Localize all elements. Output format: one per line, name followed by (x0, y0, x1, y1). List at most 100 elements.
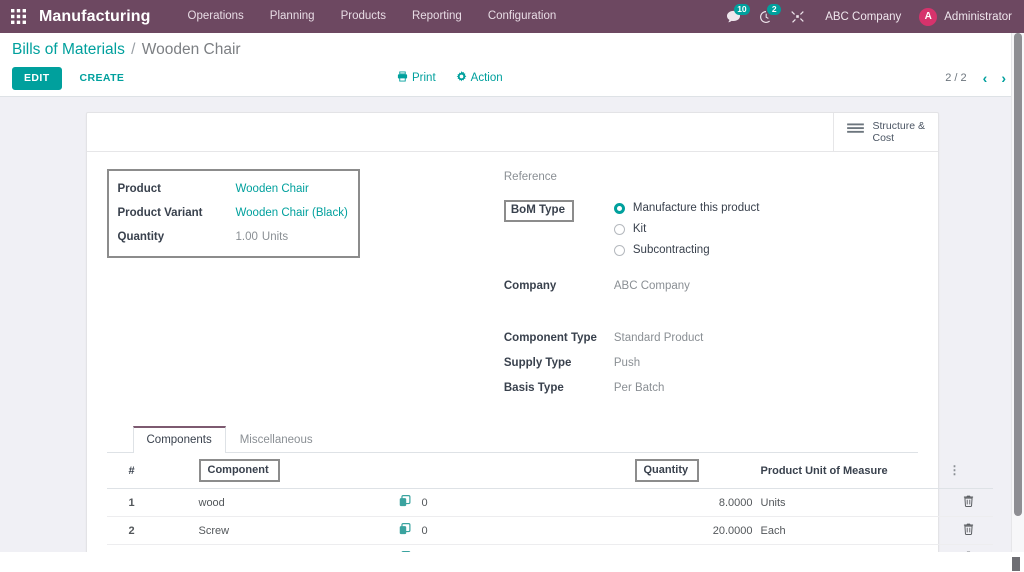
control-panel-actions: EDIT CREATE Print Action 2 / 2 ‹ › (12, 66, 1012, 90)
apps-grid-icon[interactable] (6, 6, 30, 28)
field-product-variant: Product Variant Wooden Chair (Black) (118, 202, 348, 223)
tab-components[interactable]: Components (132, 426, 226, 453)
list-lines-icon (846, 123, 864, 141)
control-panel-dropdowns: Print Action (397, 71, 503, 85)
print-label: Print (412, 72, 436, 84)
supply-type-value[interactable]: Push (614, 355, 640, 369)
menu-operations[interactable]: Operations (175, 0, 257, 33)
field-component-type: Component Type Standard Product (504, 330, 918, 352)
stat-line-1: Structure & (872, 120, 926, 132)
row-number: 2 (106, 516, 195, 545)
activities-badge: 2 (767, 4, 782, 15)
row-attributes: 0 (392, 488, 631, 517)
menu-reporting[interactable]: Reporting (399, 0, 475, 33)
structure-and-cost-label: Structure & Cost (873, 120, 926, 144)
radio-kit[interactable]: Kit (613, 223, 760, 235)
scrollbar-corner (1012, 557, 1020, 571)
edit-button[interactable]: EDIT (12, 66, 62, 90)
table-row[interactable]: 2 Screw 0 20.0000 Each (106, 516, 993, 545)
column-header-component-wrap: Component (194, 453, 393, 489)
column-header-uom: Product Unit of Measure (756, 453, 945, 489)
field-reference: Reference (504, 169, 918, 191)
product-variant-value[interactable]: Wooden Chair (Black) (236, 207, 348, 219)
row-uom[interactable]: Each (756, 516, 945, 545)
radio-manufacture-this-product[interactable]: Manufacture this product (613, 202, 760, 214)
gear-icon (456, 71, 467, 85)
attribute-count: 0 (421, 496, 428, 509)
messages-badge: 10 (734, 4, 750, 15)
messages-button[interactable]: 10 (717, 0, 750, 33)
product-label: Product (117, 182, 161, 195)
vertical-scrollbar-thumb[interactable] (1014, 33, 1022, 516)
pager-previous-button[interactable]: ‹ (977, 71, 994, 85)
radio-indicator-subcontracting (613, 244, 625, 256)
menu-configuration[interactable]: Configuration (475, 0, 569, 33)
top-navbar: Manufacturing Operations Planning Produc… (0, 0, 1024, 33)
row-quantity[interactable]: 20.0000 (630, 516, 757, 545)
tab-miscellaneous[interactable]: Miscellaneous (226, 426, 327, 453)
row-component[interactable]: Screw (194, 516, 393, 545)
trash-icon[interactable] (963, 495, 974, 510)
notebook-tabs: Components Miscellaneous (106, 426, 918, 453)
menu-planning[interactable]: Planning (257, 0, 328, 33)
pager: 2 / 2 ‹ › (945, 71, 1012, 85)
company-value[interactable]: ABC Company (614, 278, 690, 292)
user-menu[interactable]: A Administrator (913, 7, 1014, 26)
column-header-quantity-wrap: Quantity (630, 453, 757, 489)
bom-type-label: BoM Type (503, 200, 574, 222)
app-brand-name[interactable]: Manufacturing (39, 8, 151, 26)
form-right-group: Reference BoM Type Manufacture this prod… (503, 169, 918, 402)
quantity-label: Quantity (117, 230, 165, 243)
copy-icon[interactable] (399, 495, 411, 510)
table-head: # Component Quantity Product Unit of Mea… (106, 453, 993, 489)
field-quantity: Quantity 1.00 Units (118, 226, 348, 247)
column-header-attributes (392, 453, 631, 489)
field-product: Product Wooden Chair (118, 178, 348, 199)
systray: 10 2 ABC Company A Administrator (717, 0, 1014, 33)
row-quantity[interactable]: 8.0000 (630, 488, 757, 517)
radio-indicator-selected (613, 202, 625, 214)
attribute-cell: 0 (397, 495, 627, 510)
breadcrumb-separator: / (131, 41, 136, 58)
table-row[interactable]: 1 wood 0 8.0000 Units (106, 488, 993, 517)
supply-type-label: Supply Type (503, 357, 572, 369)
breadcrumb-current: Wooden Chair (141, 41, 241, 58)
structure-and-cost-button[interactable]: Structure & Cost (832, 113, 938, 151)
vertical-scrollbar[interactable] (1011, 33, 1024, 552)
field-basis-type: Basis Type Per Batch (504, 380, 918, 402)
company-switcher[interactable]: ABC Company (813, 11, 913, 23)
row-component[interactable]: wood (194, 488, 393, 517)
action-menu[interactable]: Action (456, 71, 503, 85)
column-header-quantity[interactable]: Quantity (634, 459, 700, 482)
attribute-cell: 0 (397, 523, 627, 538)
radio-subcontracting[interactable]: Subcontracting (613, 244, 760, 256)
breadcrumb-root[interactable]: Bills of Materials (12, 41, 125, 58)
menu-products[interactable]: Products (328, 0, 399, 33)
field-supply-type: Supply Type Push (504, 355, 918, 377)
radio-label-manufacture: Manufacture this product (632, 202, 760, 214)
basis-type-value[interactable]: Per Batch (614, 380, 665, 394)
action-label: Action (470, 72, 503, 84)
control-panel: Bills of Materials / Wooden Chair EDIT C… (0, 33, 1024, 97)
row-uom[interactable]: Units (756, 488, 945, 517)
column-header-options[interactable]: ⋮ (944, 453, 993, 489)
component-type-value[interactable]: Standard Product (614, 330, 704, 344)
radio-label-subcontracting: Subcontracting (632, 244, 710, 256)
field-bom-type: BoM Type Manufacture this product Kit Su… (503, 200, 918, 256)
product-value[interactable]: Wooden Chair (236, 183, 309, 195)
vertical-dots-icon[interactable]: ⋮ (949, 463, 961, 477)
trash-icon[interactable] (963, 523, 974, 538)
bom-type-label-wrap: BoM Type (503, 200, 614, 222)
printer-icon (397, 71, 408, 85)
pager-next-button[interactable]: › (995, 71, 1012, 85)
copy-icon[interactable] (399, 523, 411, 538)
print-menu[interactable]: Print (397, 71, 436, 85)
activities-button[interactable]: 2 (750, 0, 782, 33)
avatar: A (919, 7, 938, 26)
column-header-component[interactable]: Component (198, 459, 280, 482)
create-button[interactable]: CREATE (71, 67, 134, 90)
debug-wrench-icon[interactable] (782, 0, 813, 33)
attribute-count: 0 (421, 524, 428, 537)
basis-type-label: Basis Type (503, 382, 564, 394)
